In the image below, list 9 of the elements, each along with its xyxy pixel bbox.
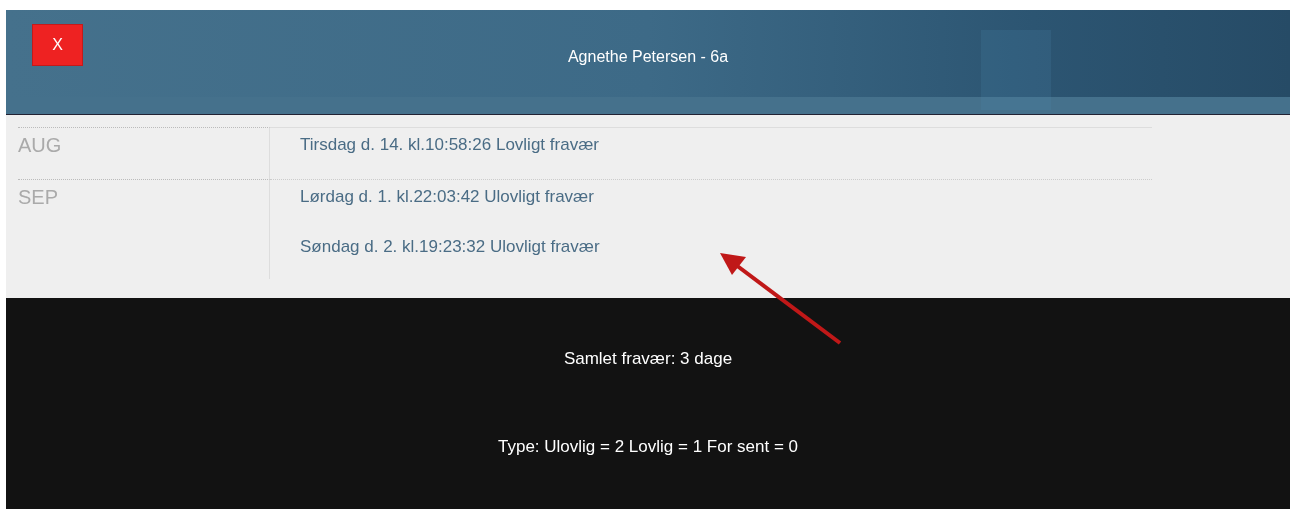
month-label: AUG	[18, 134, 62, 156]
absence-types-text: Type: Ulovlig = 2 Lovlig = 1 For sent = 0	[498, 437, 798, 457]
absence-entry[interactable]: Lørdag d. 1. kl.22:03:42 Ulovligt fravær	[300, 187, 594, 207]
absence-entry[interactable]: Tirsdag d. 14. kl.10:58:26 Lovligt fravær	[300, 135, 599, 155]
month-label: SEP	[18, 186, 59, 208]
absence-entry[interactable]: Søndag d. 2. kl.19:23:32 Ulovligt fravær	[300, 237, 600, 257]
close-button[interactable]: X	[32, 24, 83, 66]
window-title: Agnethe Petersen - 6a	[566, 48, 730, 66]
total-absence-text: Samlet fravær: 3 dage	[563, 349, 733, 369]
